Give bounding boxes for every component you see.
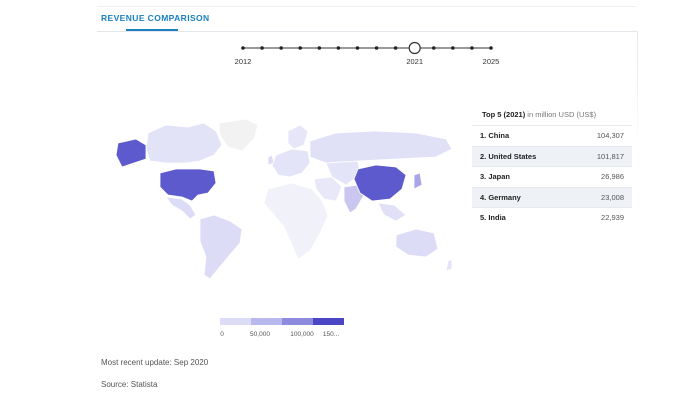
country-value: 26,986 <box>572 166 632 187</box>
table-row: 5. India 22,939 <box>472 207 632 228</box>
country-value: 101,817 <box>572 145 632 167</box>
timeline-slider-handle[interactable] <box>408 41 421 55</box>
update-note: Most recent update: Sep 2020 <box>101 358 209 367</box>
world-map[interactable] <box>96 105 466 295</box>
timeline-year-dot[interactable] <box>298 46 303 50</box>
map-region-australia[interactable] <box>395 228 439 258</box>
legend-tick-label: 150... <box>322 331 340 338</box>
legend-tick-label: 0 <box>220 331 224 338</box>
country-name: 3. Japan <box>472 166 573 187</box>
top5-title-year: Top 5 (2021) <box>482 110 526 119</box>
timeline-year-label[interactable]: 2012 <box>235 57 252 66</box>
timeline-year-dot[interactable] <box>431 46 436 50</box>
source-note: Source: Statista <box>101 380 158 389</box>
map-region-scandinavia[interactable] <box>287 124 309 150</box>
country-value: 104,307 <box>572 125 632 146</box>
map-region-canada[interactable] <box>145 122 223 164</box>
legend-color-scale <box>220 318 344 325</box>
timeline-year-dot[interactable] <box>470 46 474 50</box>
timeline-year-dot[interactable] <box>260 46 264 50</box>
legend-swatch <box>313 318 344 325</box>
map-region-alaska[interactable] <box>115 138 147 168</box>
map-region-russia[interactable] <box>309 130 453 164</box>
timeline-year-label[interactable]: 2025 <box>483 57 500 66</box>
timeline-year-dot[interactable] <box>241 46 245 50</box>
map-legend: 0 50,000 100,000 150... <box>220 318 344 341</box>
legend-swatch <box>251 318 282 325</box>
timeline-year-label[interactable]: 2021 <box>406 57 423 66</box>
legend-tick-label: 100,000 <box>290 331 314 338</box>
legend-swatch <box>220 318 251 325</box>
timeline-year-dot[interactable] <box>317 46 322 50</box>
map-region-europe[interactable] <box>271 148 311 178</box>
country-name: 2. United States <box>472 145 573 167</box>
country-name: 5. India <box>472 207 573 228</box>
timeline-year-dot[interactable] <box>451 46 455 50</box>
top5-title-unit: in million USD (US$) <box>525 110 597 119</box>
legend-tick-label: 50,000 <box>250 331 270 338</box>
legend-swatch <box>282 318 313 325</box>
legend-ticks: 0 50,000 100,000 150... <box>220 331 344 341</box>
map-region-africa[interactable] <box>263 182 329 260</box>
table-row: 1. China 104,307 <box>472 125 632 146</box>
map-region-japan[interactable] <box>413 172 423 190</box>
map-region-south-america[interactable] <box>199 214 243 280</box>
table-row: 4. Germany 23,008 <box>472 186 632 208</box>
map-region-united-states[interactable] <box>159 168 217 202</box>
timeline-year-dot[interactable] <box>355 46 360 50</box>
timeline-year-dot[interactable] <box>374 46 379 50</box>
year-timeline[interactable] <box>0 0 690 80</box>
country-name: 4. Germany <box>472 186 573 208</box>
timeline-year-dot[interactable] <box>393 46 398 50</box>
top5-title: Top 5 (2021) in million USD (US$) <box>472 108 632 122</box>
timeline-year-dot[interactable] <box>336 46 341 50</box>
country-value: 23,008 <box>572 186 632 208</box>
map-region-greenland[interactable] <box>218 118 259 152</box>
map-region-new-zealand[interactable] <box>445 258 453 272</box>
timeline-year-dot[interactable] <box>279 46 283 50</box>
top5-panel: Top 5 (2021) in million USD (US$) 1. Chi… <box>472 108 632 228</box>
country-value: 22,939 <box>572 207 632 228</box>
map-region-uk[interactable] <box>267 154 275 166</box>
table-row: 3. Japan 26,986 <box>472 166 632 187</box>
top5-table: 1. China 104,307 2. United States 101,817 … <box>472 125 632 228</box>
map-region-southeast-asia[interactable] <box>377 202 407 222</box>
country-name: 1. China <box>472 125 573 146</box>
timeline-year-dot[interactable] <box>489 46 493 50</box>
table-row: 2. United States 101,817 <box>472 145 632 167</box>
